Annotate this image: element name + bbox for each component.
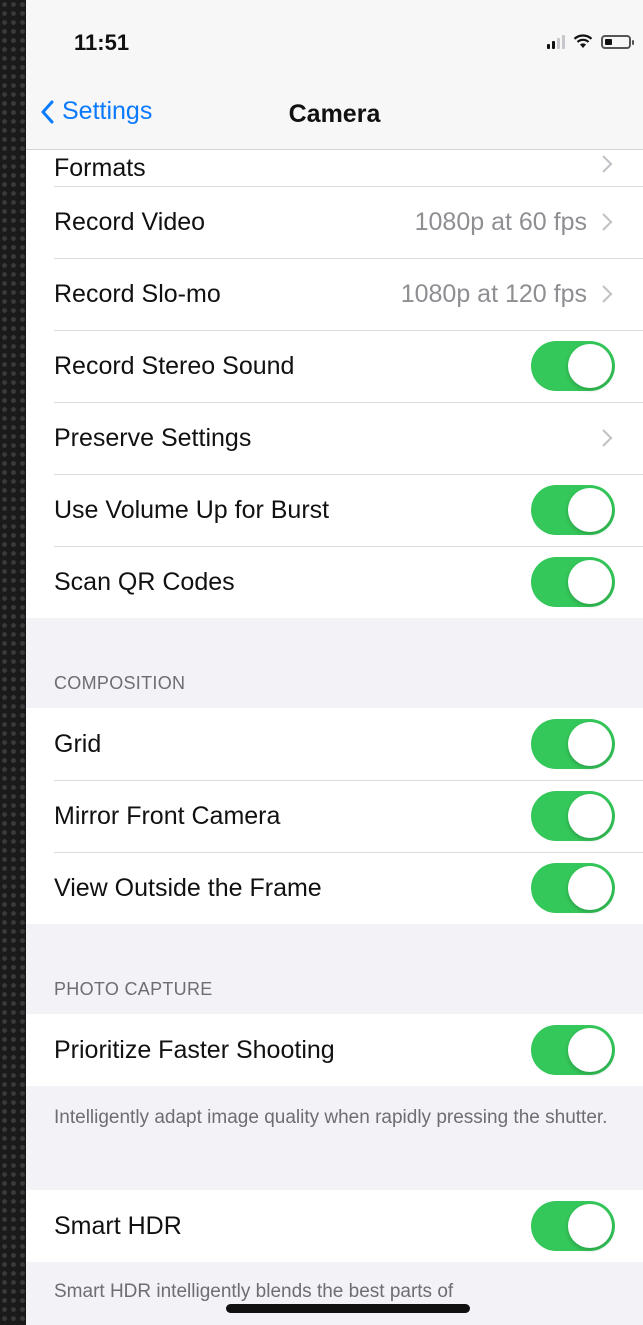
prioritize-faster-shooting-toggle[interactable]	[531, 1025, 615, 1075]
status-icons	[547, 34, 634, 49]
row-value: 1080p at 120 fps	[400, 279, 587, 308]
row-grid: Grid	[26, 708, 643, 780]
mirror-front-camera-toggle[interactable]	[531, 791, 615, 841]
row-label: Scan QR Codes	[54, 567, 235, 596]
photo-capture-group: Prioritize Faster Shooting	[26, 1014, 643, 1086]
status-bar: 11:51	[26, 0, 643, 80]
row-label: Smart HDR	[54, 1211, 182, 1240]
scan-qr-codes-toggle[interactable]	[531, 557, 615, 607]
row-preserve-settings[interactable]: Preserve Settings	[26, 402, 643, 474]
row-label: Use Volume Up for Burst	[54, 495, 330, 524]
toggle-knob	[568, 722, 612, 766]
section-header-label: COMPOSITION	[54, 673, 186, 693]
navigation-bar: Settings Camera	[26, 80, 643, 150]
row-label: Preserve Settings	[54, 423, 252, 452]
toggle-knob	[568, 488, 612, 532]
toggle-knob	[568, 1204, 612, 1248]
row-value: 1080p at 60 fps	[414, 207, 587, 236]
record-stereo-sound-toggle[interactable]	[531, 341, 615, 391]
row-label: Grid	[54, 729, 102, 758]
toggle-knob	[568, 794, 612, 838]
status-time: 11:51	[74, 30, 130, 55]
phone-screen: 11:51 Settings Camera Formats Record Vid…	[26, 0, 643, 1325]
chevron-right-icon	[602, 429, 613, 447]
grid-toggle[interactable]	[531, 719, 615, 769]
row-label: Record Slo-mo	[54, 279, 221, 308]
home-indicator[interactable]	[226, 1304, 470, 1313]
row-prioritize-faster-shooting: Prioritize Faster Shooting	[26, 1014, 643, 1086]
volume-up-burst-toggle[interactable]	[531, 485, 615, 535]
wifi-icon	[573, 34, 593, 48]
toggle-knob	[568, 344, 612, 388]
row-label: View Outside the Frame	[54, 873, 322, 902]
composition-group: Grid Mirror Front Camera View Outside th…	[26, 708, 643, 924]
row-volume-up-burst: Use Volume Up for Burst	[26, 474, 643, 546]
photo-capture-section-header: PHOTO CAPTURE	[26, 924, 643, 1014]
row-record-slo-mo[interactable]: Record Slo-mo 1080p at 120 fps	[26, 258, 643, 330]
smart-hdr-group: Smart HDR	[26, 1190, 643, 1262]
camera-settings-group: Formats Record Video 1080p at 60 fps Rec…	[26, 150, 643, 618]
smart-hdr-toggle[interactable]	[531, 1201, 615, 1251]
row-mirror-front-camera: Mirror Front Camera	[26, 780, 643, 852]
row-view-outside-frame: View Outside the Frame	[26, 852, 643, 924]
row-smart-hdr: Smart HDR	[26, 1190, 643, 1262]
battery-icon	[601, 34, 634, 49]
row-label: Mirror Front Camera	[54, 801, 281, 830]
chevron-right-icon	[602, 213, 613, 231]
section-header-label: PHOTO CAPTURE	[54, 979, 213, 999]
toggle-knob	[568, 560, 612, 604]
row-record-stereo-sound: Record Stereo Sound	[26, 330, 643, 402]
toggle-knob	[568, 866, 612, 910]
row-label: Record Video	[54, 207, 206, 236]
chevron-right-icon	[602, 285, 613, 303]
row-label: Formats	[54, 154, 146, 182]
row-label: Record Stereo Sound	[54, 351, 295, 380]
view-outside-frame-toggle[interactable]	[531, 863, 615, 913]
toggle-knob	[568, 1028, 612, 1072]
prioritize-footer-note: Intelligently adapt image quality when r…	[54, 1107, 608, 1128]
cellular-signal-icon	[547, 34, 565, 49]
row-record-video[interactable]: Record Video 1080p at 60 fps	[26, 186, 643, 258]
smart-hdr-footer-note: Smart HDR intelligently blends the best …	[54, 1281, 454, 1302]
settings-list: Formats Record Video 1080p at 60 fps Rec…	[26, 150, 643, 1305]
row-scan-qr-codes: Scan QR Codes	[26, 546, 643, 618]
row-formats[interactable]: Formats	[26, 150, 643, 186]
chevron-right-icon	[602, 155, 613, 173]
row-label: Prioritize Faster Shooting	[54, 1035, 335, 1064]
page-title: Camera	[288, 100, 381, 128]
composition-section-header: COMPOSITION	[26, 618, 643, 708]
